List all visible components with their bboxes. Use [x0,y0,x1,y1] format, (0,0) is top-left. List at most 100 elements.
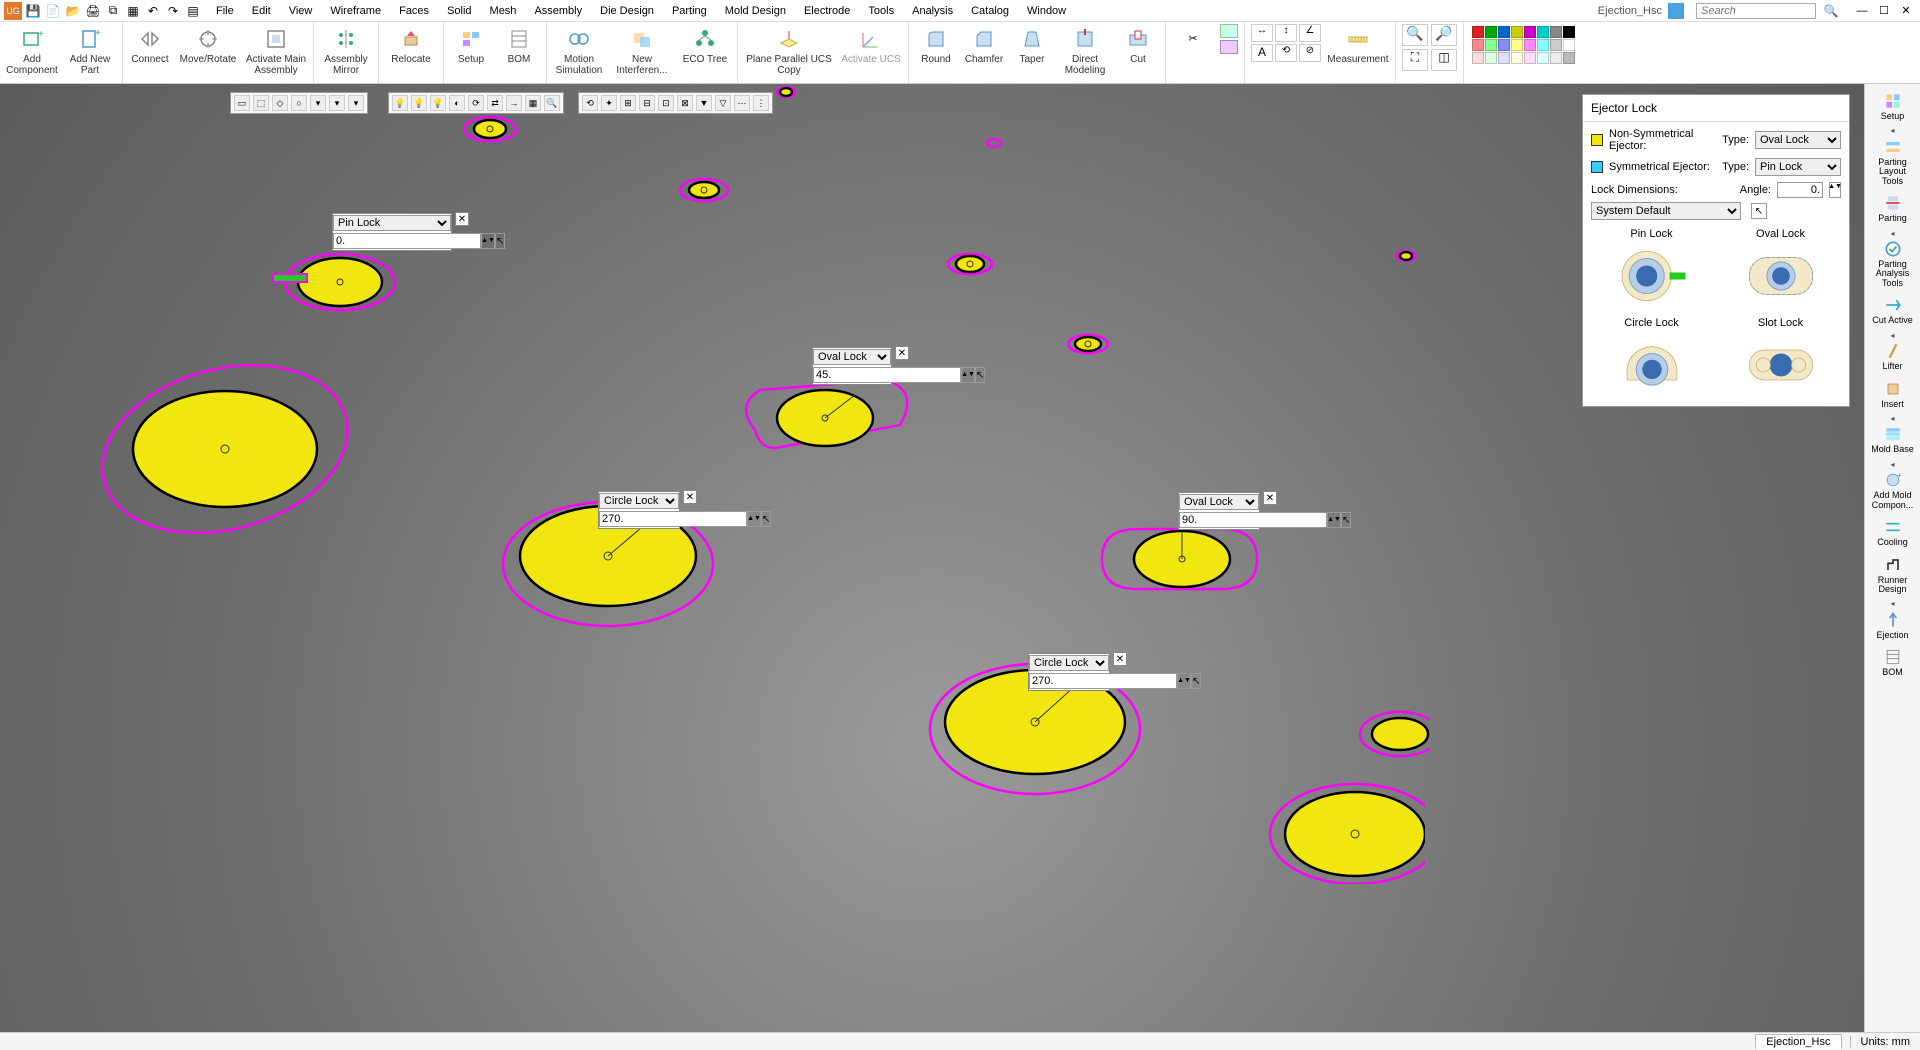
qat-btn[interactable]: ⧉ [104,2,122,20]
color-swatch[interactable] [1485,52,1497,64]
color-swatch[interactable] [1485,39,1497,51]
rb-parting-layout[interactable]: ◂Parting Layout Tools [1869,125,1917,188]
new-interference-button[interactable]: New Interferen... [611,24,673,76]
rb-cooling[interactable]: Cooling [1869,514,1917,549]
color-swatch[interactable] [1511,26,1523,38]
spinner[interactable]: ▲▼ [1177,673,1191,689]
spinner[interactable]: ▲▼ [1829,182,1841,198]
menu-faces[interactable]: Faces [397,3,431,19]
scissors-button[interactable]: ✂ [1172,24,1214,54]
color-swatch[interactable] [1563,39,1575,51]
menu-die-design[interactable]: Die Design [598,3,656,19]
angle-input[interactable] [1029,673,1177,689]
pick-icon[interactable]: ↖ [495,233,505,249]
menu-assembly[interactable]: Assembly [532,3,584,19]
lock-option-pin[interactable]: Pin Lock [1591,228,1712,311]
color-swatch[interactable] [1498,39,1510,51]
assembly-mirror-button[interactable]: Assembly Mirror [320,24,372,76]
plane-parallel-ucs-button[interactable]: Plane Parallel UCS Copy [744,24,834,76]
ejector-shape[interactable] [1245,764,1425,884]
ejector-shape[interactable] [1340,709,1430,759]
move-rotate-button[interactable]: Move/Rotate [177,24,239,65]
pick-icon[interactable]: ↖ [1341,512,1351,528]
sel-icon[interactable]: ▭ [234,95,250,111]
qat-btn[interactable]: ▤ [184,2,202,20]
undo-icon[interactable]: ↶ [144,2,162,20]
nonsym-type-select[interactable]: Oval Lock [1755,131,1841,149]
color-swatch[interactable] [1472,26,1484,38]
lock-option-circle[interactable]: Circle Lock [1591,317,1712,400]
spinner[interactable]: ▲▼ [1327,512,1341,528]
angle-input[interactable] [1777,182,1823,198]
activate-ucs-button[interactable]: Activate UCS [840,24,902,65]
ejector-shape[interactable] [1395,249,1417,263]
vis-icon[interactable]: ▦ [525,95,541,111]
print-icon[interactable]: 🖨 [84,2,102,20]
angle-input[interactable] [333,233,481,249]
color-swatch[interactable] [1472,52,1484,64]
bulb-icon[interactable]: 💡 [430,95,446,111]
rb-cut-active[interactable]: Cut Active [1869,292,1917,327]
redo-icon[interactable]: ↷ [164,2,182,20]
pick-icon[interactable]: ↖ [1191,673,1201,689]
motion-simulation-button[interactable]: Motion Simulation [553,24,605,76]
color-swatch[interactable] [1563,26,1575,38]
menu-file[interactable]: File [214,3,236,19]
pick-icon[interactable]: ↖ [975,367,985,383]
ejector-shape[interactable] [677,176,732,204]
lock-type-select[interactable]: Circle Lock [599,493,679,509]
rb-insert[interactable]: Insert [1869,376,1917,411]
color-swatch[interactable] [1485,26,1497,38]
spinner[interactable]: ▲▼ [481,233,495,249]
lock-type-select[interactable]: Oval Lock [1179,494,1259,510]
rf-icon[interactable]: ⊠ [677,95,693,111]
spinner[interactable]: ▲▼ [961,367,975,383]
activate-main-assembly-button[interactable]: Activate Main Assembly [245,24,307,76]
save-icon[interactable]: 💾 [24,2,42,20]
angle-input[interactable] [599,511,747,527]
color-swatch[interactable] [1524,52,1536,64]
color-swatch[interactable] [1550,39,1562,51]
rb-mold-base[interactable]: ◂Mold Base [1869,413,1917,457]
color-swatch[interactable] [1537,39,1549,51]
vis-icon[interactable]: ⟳ [468,95,484,111]
eco-tree-button[interactable]: ECO Tree [679,24,731,65]
pick-icon[interactable]: ↖ [1751,203,1767,219]
dim-icon[interactable]: ⊘ [1299,44,1321,62]
menu-solid[interactable]: Solid [445,3,473,19]
color-swatch[interactable] [1563,52,1575,64]
chamfer-button[interactable]: Chamfer [963,24,1005,65]
zoom-out-icon[interactable]: 🔎 [1431,24,1457,46]
rb-setup[interactable]: Setup [1869,88,1917,123]
taper-button[interactable]: Taper [1011,24,1053,65]
close-icon[interactable]: ✕ [1263,491,1277,505]
minimize-icon[interactable]: — [1852,3,1872,19]
color-swatch[interactable] [1524,26,1536,38]
close-icon[interactable]: ✕ [455,212,469,226]
menu-edit[interactable]: Edit [250,3,273,19]
close-icon[interactable]: ✕ [683,490,697,504]
rf-icon[interactable]: ⊡ [658,95,674,111]
color-swatch[interactable] [1537,26,1549,38]
ejector-shape[interactable] [90,354,360,544]
bom-button[interactable]: BOM [498,24,540,65]
font-icon[interactable]: A [1251,44,1273,62]
menu-parting[interactable]: Parting [670,3,709,19]
vis-icon[interactable]: 🔍 [544,95,560,111]
fit-icon[interactable]: ⛶ [1402,49,1428,71]
color-swatch[interactable] [1550,52,1562,64]
rf-icon[interactable]: ▼ [696,95,712,111]
sym-type-select[interactable]: Pin Lock [1755,158,1841,176]
rb-parting[interactable]: Parting [1869,190,1917,225]
lock-option-slot[interactable]: Slot Lock [1720,317,1841,400]
color-swatch[interactable] [1550,26,1562,38]
color-swatch[interactable] [1524,39,1536,51]
sel-icon[interactable]: ◇ [272,95,288,111]
view-icon[interactable]: ◫ [1431,49,1457,71]
rb-lifter[interactable]: ◂Lifter [1869,330,1917,374]
vis-icon[interactable]: ⇄ [487,95,503,111]
zoom-in-icon[interactable]: 🔍 [1402,24,1428,46]
menu-mold-design[interactable]: Mold Design [723,3,788,19]
lock-type-select[interactable]: Circle Lock [1029,655,1109,671]
menu-window[interactable]: Window [1025,3,1068,19]
